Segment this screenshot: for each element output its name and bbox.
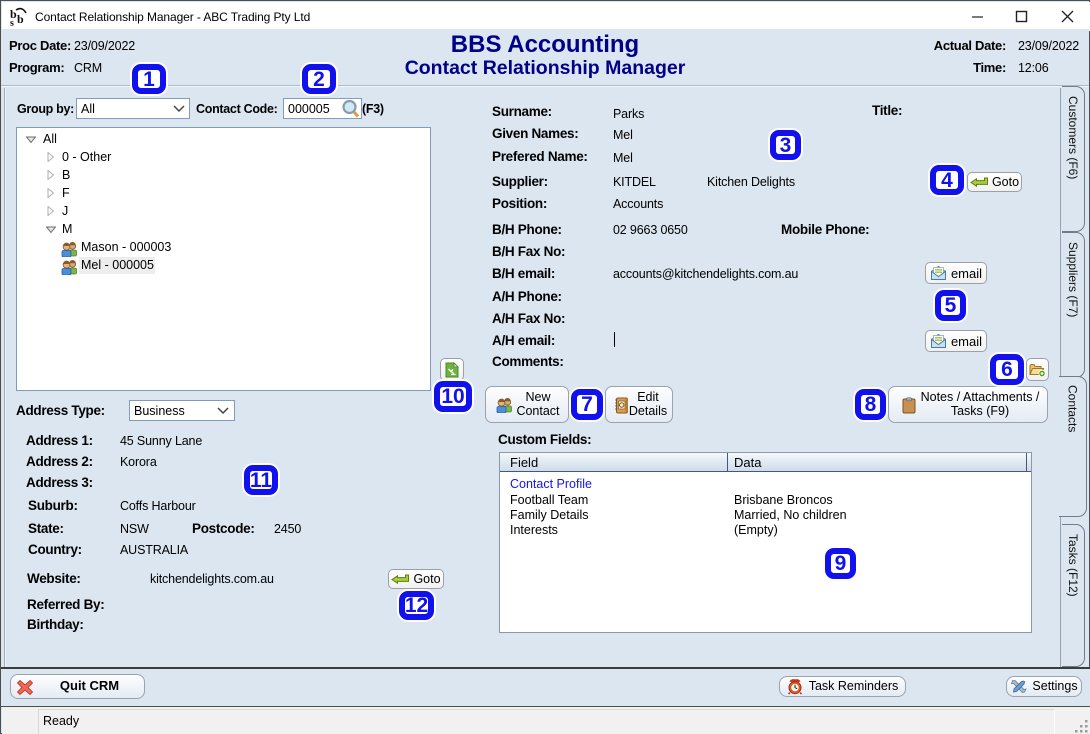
svg-text:s: s [10, 18, 14, 29]
svg-text:b: b [17, 12, 24, 26]
